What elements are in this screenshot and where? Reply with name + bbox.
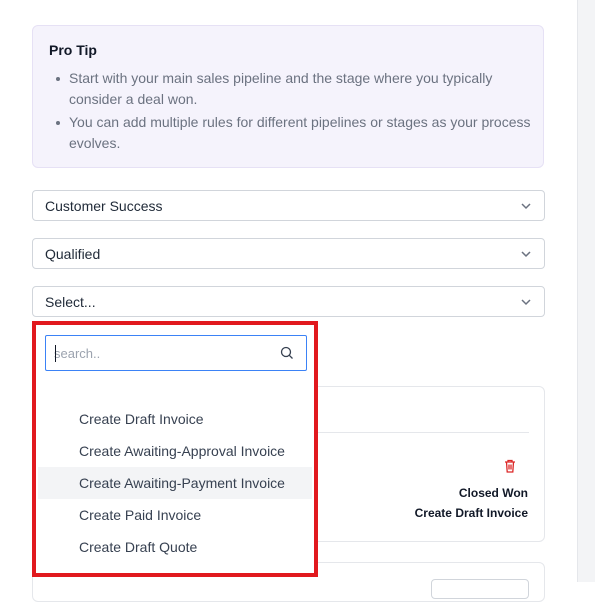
search-icon — [280, 346, 293, 359]
pipeline-select[interactable]: Customer Success — [32, 190, 545, 221]
action-dropdown-menu: Create Draft Invoice Create Awaiting-App… — [32, 321, 318, 577]
search-field[interactable] — [45, 335, 307, 371]
pro-tip-list: Start with your main sales pipeline and … — [49, 68, 541, 156]
trash-icon[interactable] — [502, 458, 518, 474]
pro-tip-title: Pro Tip — [49, 42, 97, 58]
dropdown-option[interactable]: Create Paid Invoice — [38, 499, 312, 531]
search-input[interactable] — [54, 343, 269, 363]
chevron-down-icon — [521, 299, 531, 306]
dropdown-option[interactable]: Create Awaiting-Payment Invoice — [38, 467, 312, 499]
text-caret — [55, 345, 56, 362]
pipeline-select-value: Customer Success — [45, 198, 163, 214]
stage-select-value: Qualified — [45, 246, 101, 262]
pro-tip-bullet: You can add multiple rules for different… — [56, 112, 541, 154]
chevron-down-icon — [521, 203, 531, 210]
action-select[interactable]: Select... — [32, 286, 545, 317]
chevron-down-icon — [521, 251, 531, 258]
dropdown-option[interactable]: Create Awaiting-Approval Invoice — [38, 435, 312, 467]
pro-tip-bullet: Start with your main sales pipeline and … — [56, 68, 541, 110]
dropdown-option[interactable]: Create Draft Invoice — [38, 403, 312, 435]
action-select-value: Select... — [45, 294, 96, 310]
card-button[interactable] — [431, 579, 529, 599]
pro-tip-box: Pro Tip Start with your main sales pipel… — [32, 25, 544, 168]
stage-select[interactable]: Qualified — [32, 238, 545, 269]
dropdown-option[interactable]: Create Draft Quote — [38, 531, 312, 563]
rule-stage-label: Closed Won — [458, 486, 528, 500]
scrollbar-track[interactable] — [577, 0, 595, 582]
rule-action-label: Create Draft Invoice — [414, 506, 528, 520]
